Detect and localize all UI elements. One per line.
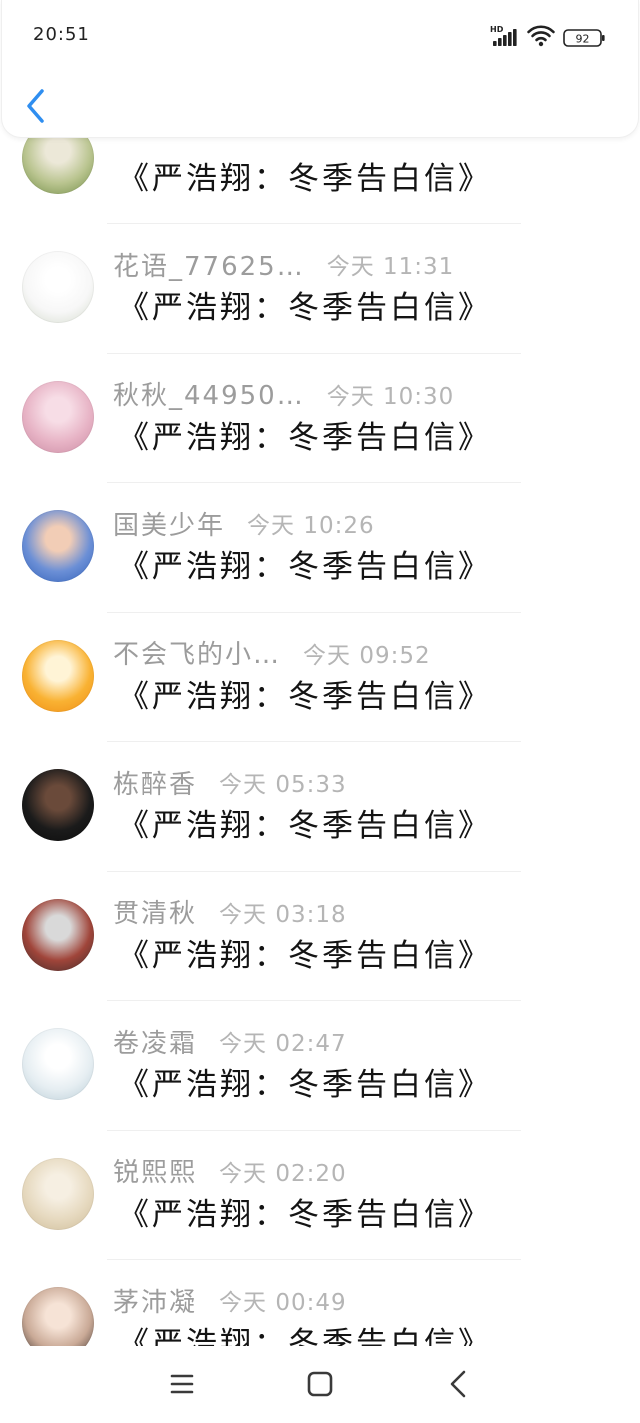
- list-item[interactable]: 贯清秋 今天 03:18 《严浩翔：冬季告白信》: [0, 872, 640, 1001]
- top-bar: 20:51 HD 92: [1, 0, 639, 138]
- sender-row: 贯清秋 今天 03:18: [113, 896, 347, 929]
- back-icon[interactable]: [436, 1361, 480, 1407]
- sender-row: 栋醉香 今天 05:33: [113, 766, 347, 800]
- avatar[interactable]: [22, 1157, 94, 1230]
- back-button[interactable]: [21, 86, 51, 126]
- avatar[interactable]: [22, 639, 94, 712]
- status-icons: HD 92: [490, 25, 605, 47]
- message-text: 《严浩翔：冬季告白信》: [118, 1196, 492, 1233]
- sender-name: 花语_77625…: [113, 251, 305, 282]
- sender-row: 锐熙熙 今天 02:20: [113, 1155, 347, 1188]
- message-text: 《严浩翔：冬季告白信》: [118, 290, 492, 326]
- message-text: 《严浩翔：冬季告白信》: [118, 1067, 492, 1103]
- chevron-left-icon[interactable]: [27, 89, 44, 123]
- signal-icon: HD: [490, 25, 517, 46]
- sender-name: 茅沛凝: [113, 1287, 198, 1318]
- message-time: 今天 00:49: [219, 1290, 347, 1316]
- message-text: 《严浩翔：冬季告白信》: [118, 808, 492, 844]
- message-items: 《严浩翔：冬季告白信》 花语_77625… 今天 11:31 《严浩翔：冬季告白…: [0, 95, 640, 1346]
- sender-name: 国美少年: [113, 510, 226, 541]
- message-time: 今天 03:18: [219, 901, 347, 928]
- message-text: 《严浩翔：冬季告白信》: [118, 937, 492, 974]
- avatar[interactable]: [22, 1287, 94, 1346]
- list-item[interactable]: 国美少年 今天 10:26 《严浩翔：冬季告白信》: [0, 483, 640, 613]
- sender-name: 不会飞的小…: [113, 640, 282, 670]
- home-square-icon[interactable]: [298, 1361, 342, 1407]
- sender-row: 花语_77625… 今天 11:31: [113, 248, 455, 282]
- message-time: 今天 09:52: [303, 642, 431, 669]
- sender-name: 秋秋_44950…: [113, 381, 305, 411]
- sender-name: 贯清秋: [113, 899, 198, 929]
- message-time: 今天 02:20: [219, 1160, 347, 1187]
- avatar[interactable]: [22, 251, 94, 323]
- list-item[interactable]: 茅沛凝 今天 00:49 《严浩翔：冬季告白信》: [0, 1260, 640, 1346]
- battery-icon: 92: [563, 29, 605, 47]
- sender-row: 国美少年 今天 10:26: [113, 507, 375, 541]
- message-time: 今天 05:33: [219, 772, 347, 798]
- message-time: 今天 10:30: [326, 383, 455, 410]
- menu-icon[interactable]: [160, 1361, 204, 1407]
- navigation-bar: [0, 1346, 640, 1423]
- message-text: 《严浩翔：冬季告白信》: [118, 549, 492, 585]
- avatar[interactable]: [22, 769, 94, 841]
- message-text: 《严浩翔：冬季告白信》: [118, 160, 492, 197]
- avatar[interactable]: [22, 510, 94, 582]
- list-item[interactable]: 锐熙熙 今天 02:20 《严浩翔：冬季告白信》: [0, 1131, 640, 1260]
- list-item[interactable]: 秋秋_44950… 今天 10:30 《严浩翔：冬季告白信》: [0, 354, 640, 483]
- sender-name: 栋醉香: [113, 769, 198, 800]
- message-list[interactable]: 《严浩翔：冬季告白信》 花语_77625… 今天 11:31 《严浩翔：冬季告白…: [0, 0, 640, 1346]
- navigation-buttons: [160, 1361, 480, 1407]
- list-item[interactable]: 花语_77625… 今天 11:31 《严浩翔：冬季告白信》: [0, 224, 640, 354]
- sender-name: 卷凌霜: [113, 1028, 198, 1059]
- status-time: 20:51: [33, 24, 90, 45]
- sender-row: 茅沛凝 今天 00:49: [113, 1284, 347, 1318]
- message-time: 今天 02:47: [219, 1031, 347, 1057]
- message-text: 《严浩翔：冬季告白信》: [118, 419, 492, 456]
- wifi-icon: [527, 25, 555, 47]
- avatar[interactable]: [22, 380, 94, 453]
- list-item[interactable]: 卷凌霜 今天 02:47 《严浩翔：冬季告白信》: [0, 1001, 640, 1131]
- list-item[interactable]: 不会飞的小… 今天 09:52 《严浩翔：冬季告白信》: [0, 613, 640, 742]
- sender-name: 锐熙熙: [113, 1158, 198, 1188]
- avatar[interactable]: [22, 1028, 94, 1100]
- battery-level: 92: [576, 33, 590, 46]
- message-text: 《严浩翔：冬季告白信》: [118, 678, 492, 715]
- message-time: 今天 10:26: [247, 513, 375, 539]
- list-item[interactable]: 栋醉香 今天 05:33 《严浩翔：冬季告白信》: [0, 742, 640, 872]
- avatar[interactable]: [22, 898, 94, 971]
- message-text: 《严浩翔：冬季告白信》: [118, 1326, 492, 1346]
- network-badge: HD: [490, 25, 504, 34]
- sender-row: 不会飞的小… 今天 09:52: [113, 637, 431, 670]
- sender-row: 卷凌霜 今天 02:47: [113, 1025, 347, 1059]
- sender-row: 秋秋_44950… 今天 10:30: [113, 378, 455, 411]
- message-time: 今天 11:31: [326, 254, 455, 280]
